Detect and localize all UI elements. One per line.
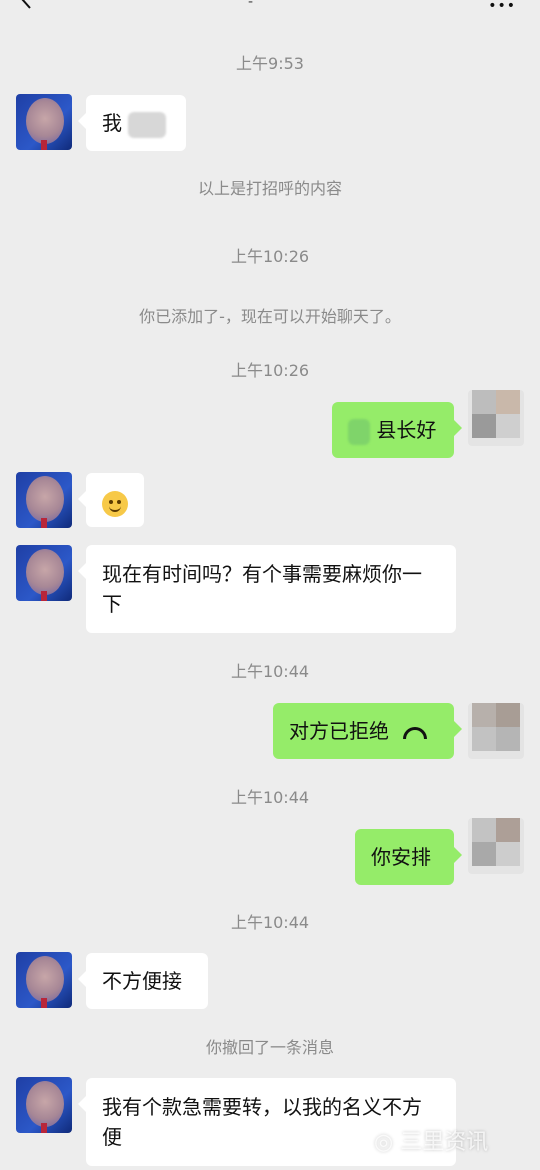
message-text: 现在有时间吗？有个事需要麻烦你一下 (102, 562, 422, 616)
my-avatar[interactable] (468, 818, 524, 874)
timestamp: 上午10:44 (230, 662, 310, 681)
timestamp: 上午10:26 (230, 247, 310, 266)
incoming-message-bubble[interactable]: 我 (78, 95, 186, 151)
incoming-message-bubble[interactable]: 不方便接 (78, 953, 208, 1009)
incoming-message-bubble[interactable]: 现在有时间吗？有个事需要麻烦你一下 (78, 545, 456, 633)
system-notice: 你已添加了-，现在可以开始聊天了。 (139, 307, 401, 326)
my-avatar[interactable] (468, 703, 524, 759)
message-text: 县长好 (376, 418, 437, 442)
watermark-logo: ◎ 三里资讯 (374, 1130, 489, 1155)
contact-avatar[interactable] (16, 545, 72, 601)
timestamp: 上午10:26 (230, 361, 310, 380)
contact-avatar[interactable] (16, 1077, 72, 1133)
system-notice: 以上是打招呼的内容 (197, 179, 342, 198)
outgoing-message-bubble[interactable]: 你安排 (355, 829, 462, 885)
message-text: 对方已拒绝 (289, 719, 389, 743)
message-text: 我 (102, 111, 122, 135)
system-notice: 你撤回了一条消息 (205, 1038, 334, 1057)
smile-emoji-icon (102, 490, 128, 517)
message-text: 不方便接 (102, 969, 182, 993)
message-text: 你安排 (371, 845, 431, 869)
timestamp: 上午9:53 (236, 54, 304, 73)
back-chevron-icon[interactable] (16, 0, 38, 10)
timestamp: 上午10:44 (230, 913, 310, 932)
contact-avatar[interactable] (16, 94, 72, 150)
timestamp: 上午10:44 (230, 788, 310, 807)
my-avatar[interactable] (468, 390, 524, 446)
incoming-emoji-bubble[interactable] (78, 473, 144, 527)
contact-avatar[interactable] (16, 952, 72, 1008)
contact-avatar[interactable] (16, 472, 72, 528)
blurred-text (128, 111, 167, 138)
chat-title: - (248, 0, 254, 10)
outgoing-message-bubble[interactable]: 县长好 (332, 402, 462, 458)
more-options-icon[interactable]: ••• (488, 0, 516, 14)
blurred-text (348, 418, 370, 445)
outgoing-call-bubble[interactable]: 对方已拒绝 (273, 703, 462, 759)
call-declined-icon (403, 726, 428, 739)
chat-header: - ••• (0, 0, 540, 20)
